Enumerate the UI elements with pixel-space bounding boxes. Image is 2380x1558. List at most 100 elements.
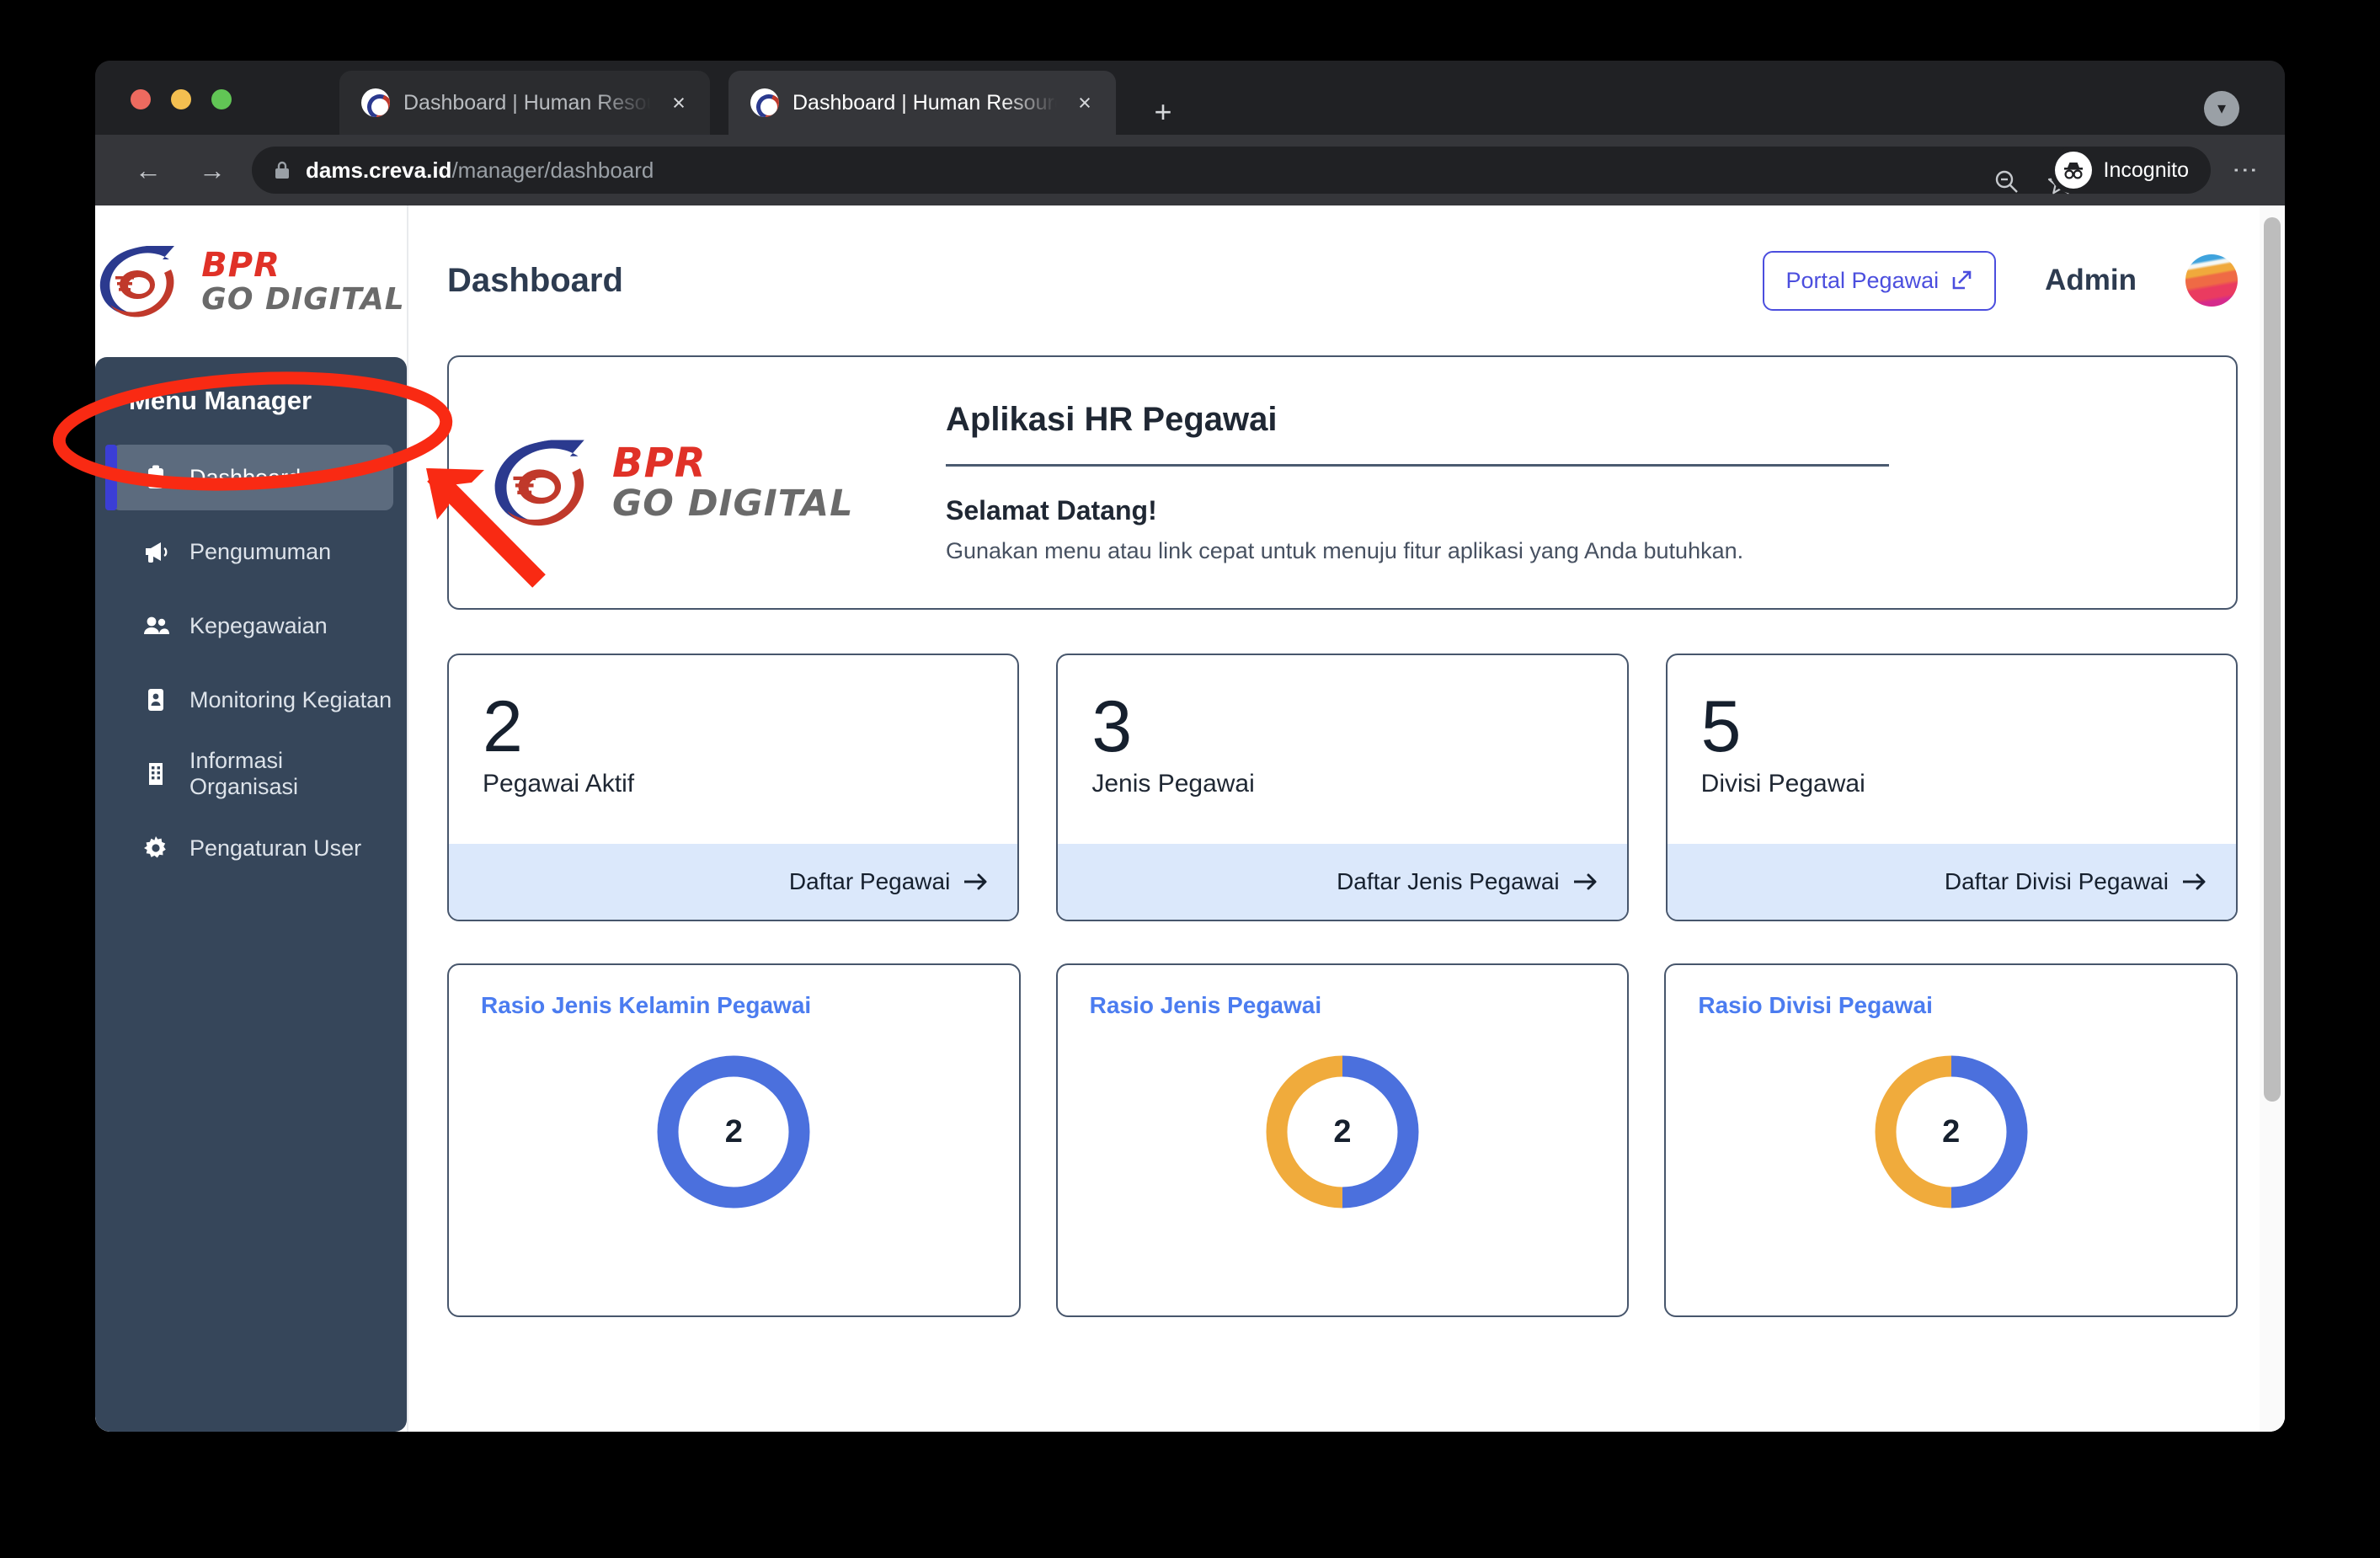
stat-value: 5 [1700, 686, 1742, 767]
stat-link-label: Daftar Jenis Pegawai [1337, 868, 1560, 894]
sidebar-item-label: Pengaturan User [189, 835, 362, 861]
minimize-window-button[interactable] [171, 89, 191, 109]
welcome-heading: Aplikasi HR Pegawai [946, 401, 1278, 438]
bpr-logo-icon [494, 440, 584, 526]
sidebar-brand: BPR GO DIGITAL [95, 205, 407, 357]
welcome-subheading: Selamat Datang! [946, 495, 1157, 526]
chart-card-rasio-divisi-pegawai: Rasio Divisi Pegawai 2 [1664, 963, 2239, 1317]
menu-manager-title: Menu Manager [129, 386, 312, 415]
stat-card-pegawai-aktif: 2 Pegawai Aktif Daftar Pegawai [447, 654, 1020, 921]
welcome-text-block: Aplikasi HR Pegawai Selamat Datang! Guna… [946, 401, 1889, 564]
address-bar[interactable]: dams.creva.id/manager/dashboard [252, 147, 2098, 195]
logo-godigital-text: GO DIGITAL [201, 281, 405, 317]
gear-icon [144, 836, 166, 858]
stat-link-daftar-pegawai[interactable]: Daftar Pegawai [449, 844, 1018, 920]
stat-label: Jenis Pegawai [1091, 770, 1255, 798]
back-button[interactable]: ← [125, 147, 171, 193]
close-window-button[interactable] [131, 89, 151, 109]
welcome-card: BPR GO DIGITAL Aplikasi HR Pegawai Selam… [447, 355, 2238, 610]
chevron-down-icon[interactable]: ▾ [2204, 91, 2239, 126]
donut-center-label: 2 [1942, 1113, 1961, 1150]
donut-chart-container: 2 [1698, 1048, 2204, 1216]
sidebar-item-informasi-organisasi[interactable]: Informasi Organisasi [112, 741, 393, 807]
chart-card-rasio-jenis-pegawai: Rasio Jenis Pegawai 2 [1055, 963, 1630, 1317]
incognito-icon [2054, 152, 2092, 189]
sidebar-item-pengumuman[interactable]: Pengumuman [112, 519, 393, 584]
donut-chart[interactable]: 2 [1867, 1048, 2036, 1216]
new-tab-button[interactable]: + [1146, 96, 1180, 130]
logo-bpr-text: BPR [612, 440, 707, 487]
profile-chip[interactable]: Incognito [2049, 147, 2211, 194]
arrow-right-icon [1573, 873, 1597, 890]
divider [946, 464, 1889, 467]
browser-tab-2[interactable]: Dashboard | Human Resource I × [728, 71, 1116, 135]
portal-pegawai-button[interactable]: Portal Pegawai [1762, 250, 1997, 311]
maximize-window-button[interactable] [211, 89, 232, 109]
browser-menu-icon[interactable]: ⋮ [2226, 152, 2263, 189]
stat-value: 3 [1091, 686, 1133, 767]
donut-chart[interactable]: 2 [649, 1048, 818, 1216]
stat-card-divisi-pegawai: 5 Divisi Pegawai Daftar Divisi Pegawai [1665, 654, 2238, 921]
page-title: Dashboard [447, 261, 623, 299]
donut-chart[interactable]: 2 [1258, 1048, 1427, 1216]
welcome-body: Gunakan menu atau link cepat untuk menuj… [946, 538, 1744, 563]
avatar[interactable] [2185, 254, 2238, 307]
sidebar-item-monitoring-kegiatan[interactable]: Monitoring Kegiatan [112, 667, 393, 733]
sidebar-item-pengaturan-user[interactable]: Pengaturan User [112, 815, 393, 881]
sidebar-item-label: Kepegawaian [189, 612, 328, 638]
tab-title: Dashboard | Human Resource I [792, 90, 1057, 115]
sidebar-item-label: Pengumuman [189, 538, 332, 564]
sidebar-item-kepegawaian[interactable]: Kepegawaian [112, 593, 393, 659]
tab-favicon-icon [750, 88, 779, 117]
portal-pegawai-label: Portal Pegawai [1785, 267, 1940, 293]
page-scrollbar-thumb[interactable] [2264, 217, 2281, 1102]
welcome-logo: BPR GO DIGITAL [491, 434, 895, 531]
donut-chart-container: 2 [481, 1048, 987, 1216]
megaphone-icon [146, 542, 168, 563]
stat-link-daftar-divisi-pegawai[interactable]: Daftar Divisi Pegawai [1667, 844, 2236, 920]
sidebar-item-dashboard[interactable]: Dashboard [105, 445, 393, 510]
page-scrollbar[interactable] [2260, 205, 2285, 1432]
header-actions: Portal Pegawai Admin [1762, 250, 2238, 311]
window-traffic-lights [131, 89, 232, 109]
logo-godigital-text: GO DIGITAL [612, 483, 854, 525]
arrow-right-icon [2182, 873, 2206, 890]
stat-cards-row: 2 Pegawai Aktif Daftar Pegawai 3 Jenis P… [447, 654, 2238, 921]
people-icon [144, 616, 169, 634]
browser-window: Dashboard | Human Resource I × Dashboard… [95, 61, 2285, 1432]
sidebar-item-label: Monitoring Kegiatan [189, 686, 392, 712]
browser-tab-strip: Dashboard | Human Resource I × Dashboard… [95, 61, 2285, 135]
close-tab-icon[interactable]: × [1070, 88, 1099, 117]
close-tab-icon[interactable]: × [664, 88, 693, 117]
stat-body: 2 Pegawai Aktif [449, 655, 1017, 844]
chart-cards-row: Rasio Jenis Kelamin Pegawai 2 Rasio Jeni… [447, 963, 2239, 1317]
browser-tab-1[interactable]: Dashboard | Human Resource I × [339, 71, 710, 135]
browser-toolbar: ← → ⟳ dams.creva.id/manager/dashboard [95, 135, 2285, 205]
sidebar-menu-panel: Menu Manager Dashboard Pengumuman Kepega… [95, 357, 407, 1432]
clipboard-icon [148, 465, 163, 488]
main-content: Dashboard Portal Pegawai Admin BPR GO DI… [407, 205, 2285, 1432]
donut-center-label: 2 [1333, 1113, 1352, 1150]
donut-chart-container: 2 [1090, 1048, 1596, 1216]
arrow-right-icon [964, 873, 987, 890]
stat-link-label: Daftar Pegawai [788, 868, 951, 894]
stat-body: 3 Jenis Pegawai [1058, 655, 1626, 844]
chart-card-rasio-jenis-kelamin: Rasio Jenis Kelamin Pegawai 2 [447, 963, 1021, 1317]
url-host: dams.creva.id [306, 157, 452, 183]
page-header: Dashboard Portal Pegawai Admin [447, 205, 2238, 355]
donut-center-label: 2 [724, 1113, 743, 1150]
lock-icon [275, 161, 289, 179]
stat-label: Divisi Pegawai [1700, 770, 1865, 798]
stat-label: Pegawai Aktif [483, 770, 635, 798]
stat-link-daftar-jenis-pegawai[interactable]: Daftar Jenis Pegawai [1058, 844, 1627, 920]
tab-favicon-icon [361, 88, 390, 117]
external-link-icon [1952, 270, 1972, 290]
bpr-logo-icon [100, 246, 175, 317]
forward-button[interactable]: → [189, 147, 235, 193]
url-path: /manager/dashboard [451, 157, 654, 183]
id-card-icon [148, 689, 163, 711]
sidebar-item-label: Dashboard [189, 464, 302, 490]
building-icon [149, 763, 163, 785]
stat-link-label: Daftar Divisi Pegawai [1944, 868, 2169, 894]
zoom-out-icon[interactable] [1993, 168, 2020, 195]
